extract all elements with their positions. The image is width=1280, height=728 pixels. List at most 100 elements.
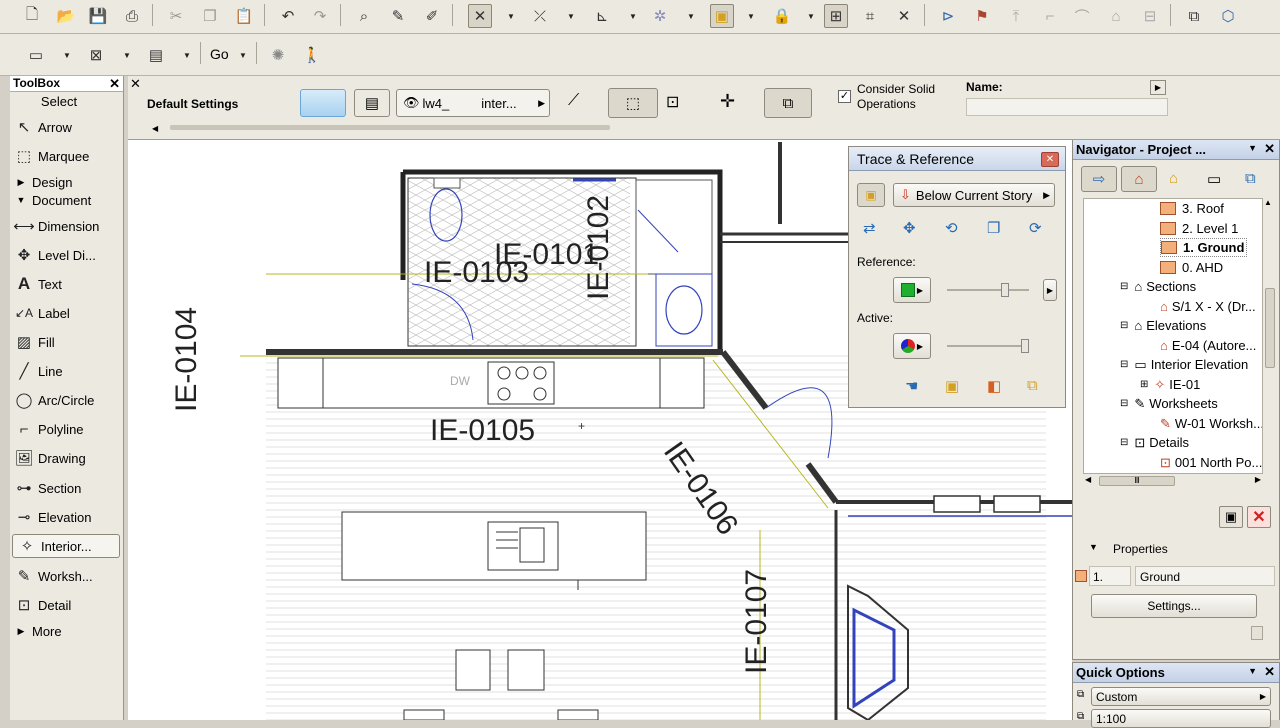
- copy-icon[interactable]: ❐: [198, 4, 222, 28]
- cut-icon[interactable]: ✂: [164, 4, 188, 28]
- adjust-icon[interactable]: ⊾: [590, 4, 614, 28]
- tool-worksheet[interactable]: ✎ Worksh...: [10, 564, 124, 588]
- new-file-icon[interactable]: 🗋: [20, 4, 44, 28]
- floor-plan-display-icon[interactable]: ▤: [354, 89, 390, 117]
- group-more[interactable]: ▶ More: [10, 622, 124, 640]
- close-icon[interactable]: ✕: [1041, 152, 1059, 167]
- interior-elevation-settings-button[interactable]: [300, 89, 346, 117]
- window-icon[interactable]: ⊟: [1138, 4, 1162, 28]
- floor-plan-dropdown[interactable]: ▼: [62, 43, 72, 67]
- group-design[interactable]: ▶ Design: [10, 173, 124, 191]
- tree-detail-001[interactable]: ⊡ 001 North Po...: [1160, 453, 1262, 472]
- tree-story-ahd[interactable]: 0. AHD: [1160, 258, 1223, 277]
- geometry-line-icon[interactable]: ⟋: [568, 92, 579, 110]
- resize-handle[interactable]: [1243, 624, 1263, 660]
- lock-dropdown[interactable]: ▼: [806, 4, 816, 28]
- reference-slider[interactable]: [947, 283, 1029, 297]
- tool-level-dimension[interactable]: ✥ Level Di...: [10, 243, 124, 267]
- tree-details[interactable]: ⊟ ⊡ Details: [1120, 433, 1189, 452]
- undo-icon[interactable]: ↶: [276, 4, 300, 28]
- marker-type-icon[interactable]: ⧉: [764, 88, 812, 118]
- tool-dimension[interactable]: ⟷ Dimension: [10, 214, 124, 238]
- layer-selector[interactable]: 👁 lw4_ inter... ▶: [396, 89, 550, 117]
- property-name-field[interactable]: Ground: [1135, 566, 1275, 586]
- tree-elevations[interactable]: ⊟ ⌂ Elevations: [1120, 316, 1206, 335]
- close-icon[interactable]: ✕: [1264, 664, 1275, 680]
- find-select-icon[interactable]: ⌕: [352, 4, 376, 28]
- trim-icon[interactable]: ✕: [468, 4, 492, 28]
- rotate-icon[interactable]: ⟲: [945, 219, 958, 237]
- chevron-right-icon[interactable]: ▶: [1150, 80, 1166, 95]
- tree-ie-01[interactable]: ⊞ ✧ IE-01: [1140, 375, 1200, 394]
- overlay-icon[interactable]: ⧉: [1027, 377, 1038, 394]
- save-icon[interactable]: 💾: [86, 4, 110, 28]
- marker-ie-0102[interactable]: IE-0102: [582, 195, 616, 300]
- go-label[interactable]: Go: [210, 46, 229, 62]
- marker-ie-0105[interactable]: IE-0105: [430, 414, 535, 448]
- chevron-down-icon[interactable]: ▼: [1248, 666, 1257, 676]
- infobox-scrollbar[interactable]: ◀: [130, 122, 1278, 133]
- consider-solid-checkbox[interactable]: ✓: [838, 90, 851, 103]
- close-x-icon[interactable]: ✕: [892, 4, 916, 28]
- view-icon[interactable]: ⧉: [1182, 4, 1206, 28]
- group-document[interactable]: ▼ Document: [10, 191, 124, 209]
- tree-sections[interactable]: ⊟ ⌂ Sections: [1120, 277, 1196, 296]
- tool-line[interactable]: ╱ Line: [10, 359, 124, 383]
- redo-icon[interactable]: ↷: [308, 4, 332, 28]
- crosshair-icon[interactable]: ✛: [720, 91, 735, 112]
- mirror-icon[interactable]: ❐: [987, 219, 1000, 237]
- view-map-icon[interactable]: ⌂: [1169, 170, 1178, 187]
- 3d-icon[interactable]: ⬡: [1216, 4, 1240, 28]
- tool-interior-elevation[interactable]: ✧ Interior...: [12, 534, 120, 558]
- grid-icon[interactable]: ⊞: [824, 4, 848, 28]
- layout-icon[interactable]: ▤: [144, 43, 168, 67]
- settings-button[interactable]: Settings...: [1091, 594, 1257, 618]
- layout-dropdown[interactable]: ▼: [182, 43, 192, 67]
- layers-icon[interactable]: ▣: [945, 377, 959, 395]
- geometry-rotated-icon[interactable]: ⊡: [666, 92, 679, 112]
- layer-dropdown[interactable]: ▼: [746, 4, 756, 28]
- tree-elevation-e04[interactable]: ⌂ E-04 (Autore...: [1160, 336, 1256, 355]
- tool-marquee[interactable]: ⬚ Marquee: [10, 144, 124, 168]
- ruler-icon[interactable]: ⌗: [858, 4, 882, 28]
- adjust-dropdown[interactable]: ▼: [628, 4, 638, 28]
- open-folder-icon[interactable]: 📂: [54, 4, 78, 28]
- orbit-icon[interactable]: ✺: [266, 43, 290, 67]
- snap-icon[interactable]: ✲: [648, 4, 672, 28]
- tree-vertical-scrollbar[interactable]: ▲: [1263, 198, 1277, 474]
- tree-worksheet-w01[interactable]: ✎ W-01 Worksh...: [1160, 414, 1262, 433]
- publisher-icon[interactable]: ⧉: [1245, 170, 1256, 187]
- geometry-method-rectangle-icon[interactable]: ⬚: [608, 88, 658, 118]
- tree-story-roof[interactable]: 3. Roof: [1160, 199, 1224, 218]
- tool-arc-circle[interactable]: ◯ Arc/Circle: [10, 388, 124, 412]
- marker-ie-0103[interactable]: IE-0103: [424, 256, 529, 290]
- elevation-tool-icon[interactable]: ⚑: [970, 4, 994, 28]
- pick-up-icon[interactable]: ✎: [386, 4, 410, 28]
- tree-story-ground[interactable]: 1. Ground: [1160, 238, 1248, 257]
- tool-detail[interactable]: ⊡ Detail: [10, 593, 124, 617]
- project-map-icon[interactable]: ⌂: [1121, 166, 1157, 192]
- snap-dropdown[interactable]: ▼: [686, 4, 696, 28]
- paste-icon[interactable]: 📋: [232, 4, 256, 28]
- tool-polyline[interactable]: ⌐ Polyline: [10, 417, 124, 441]
- trace-source-dropdown[interactable]: ⇩ Below Current Story ▶: [893, 183, 1055, 207]
- section-tool-icon[interactable]: ⊳: [936, 4, 960, 28]
- lock-icon[interactable]: 🔒: [770, 4, 794, 28]
- active-slider[interactable]: [947, 339, 1029, 353]
- close-icon[interactable]: ✕: [1264, 141, 1275, 157]
- tree-story-level1[interactable]: 2. Level 1: [1160, 219, 1238, 238]
- tool-elevation[interactable]: ⊸ Elevation: [10, 505, 124, 529]
- chevron-right-icon[interactable]: ▶: [1043, 279, 1057, 301]
- navigator-mode-icon[interactable]: ⇨: [1081, 166, 1117, 192]
- print-icon[interactable]: ⎙: [120, 4, 144, 28]
- curve-icon[interactable]: ⌒: [1070, 4, 1094, 28]
- move-icon[interactable]: ✥: [903, 219, 916, 237]
- section-view-dropdown[interactable]: ▼: [122, 43, 132, 67]
- corner-icon[interactable]: ⌐: [1038, 4, 1062, 28]
- intersect-dropdown[interactable]: ▼: [566, 4, 576, 28]
- marker-ie-0107[interactable]: IE-0107: [740, 569, 774, 674]
- trim-dropdown[interactable]: ▼: [506, 4, 516, 28]
- tool-fill[interactable]: ▨ Fill: [10, 330, 124, 354]
- layout-book-icon[interactable]: ▭: [1207, 170, 1221, 188]
- active-color-button[interactable]: ▶: [893, 333, 931, 359]
